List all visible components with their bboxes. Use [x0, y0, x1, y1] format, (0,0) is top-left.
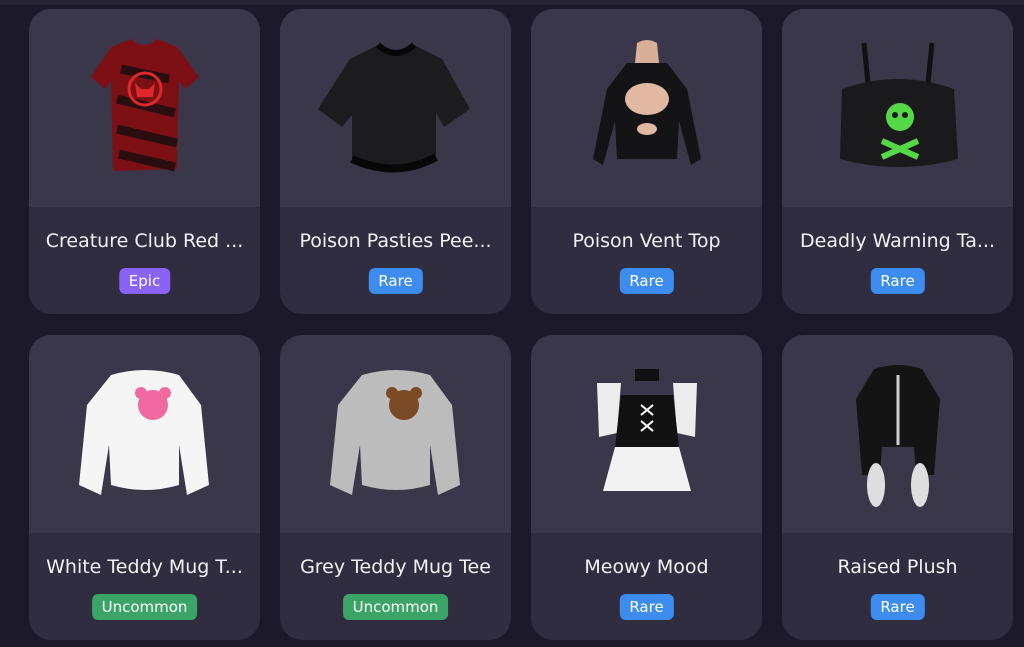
- top-bar: [0, 0, 1024, 5]
- item-card[interactable]: Meowy Mood Rare: [531, 335, 762, 640]
- item-image: [531, 335, 762, 533]
- item-title: White Teddy Mug T...: [46, 556, 243, 578]
- item-card[interactable]: Grey Teddy Mug Tee Uncommon: [280, 335, 511, 640]
- rarity-badge: Epic: [118, 268, 171, 294]
- rarity-badge: Uncommon: [91, 594, 198, 620]
- item-image: [29, 9, 260, 207]
- item-image: [782, 9, 1013, 207]
- shirt-icon: [840, 42, 958, 167]
- item-title: Poison Pasties Pee...: [299, 230, 492, 252]
- item-card[interactable]: Raised Plush Rare: [782, 335, 1013, 640]
- item-image: [280, 335, 511, 533]
- shirt-icon: [330, 370, 460, 495]
- item-image: [29, 335, 260, 533]
- shirt-icon: [79, 370, 209, 495]
- rarity-badge: Rare: [619, 594, 674, 620]
- rarity-badge: Rare: [368, 268, 423, 294]
- shirt-icon: [856, 365, 940, 507]
- item-title: Raised Plush: [837, 556, 958, 578]
- shirt-icon: [318, 42, 470, 173]
- item-card[interactable]: Deadly Warning Ta... Rare: [782, 9, 1013, 314]
- rarity-badge: Uncommon: [342, 594, 449, 620]
- shirt-icon: [593, 40, 701, 165]
- item-title: Meowy Mood: [584, 556, 709, 578]
- shirt-icon: [597, 369, 697, 491]
- item-image: [782, 335, 1013, 533]
- rarity-badge: Rare: [870, 594, 925, 620]
- item-title: Deadly Warning Ta...: [800, 230, 995, 252]
- rarity-badge: Rare: [619, 268, 674, 294]
- item-card[interactable]: Creature Club Red ... Epic: [29, 9, 260, 314]
- item-title: Grey Teddy Mug Tee: [300, 556, 491, 578]
- rarity-badge: Rare: [870, 268, 925, 294]
- item-title: Creature Club Red ...: [45, 230, 244, 252]
- item-card[interactable]: Poison Vent Top Rare: [531, 9, 762, 314]
- item-card[interactable]: Poison Pasties Pee... Rare: [280, 9, 511, 314]
- item-image: [280, 9, 511, 207]
- item-image: [531, 9, 762, 207]
- item-card[interactable]: White Teddy Mug T... Uncommon: [29, 335, 260, 640]
- item-title: Poison Vent Top: [572, 230, 721, 252]
- shirt-icon: [91, 39, 199, 172]
